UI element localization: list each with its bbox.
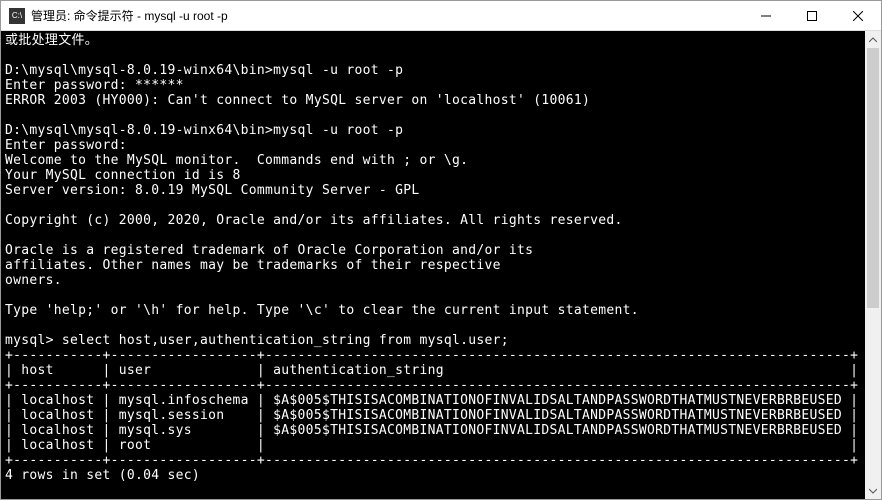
maximize-button[interactable] [789,1,835,31]
table-row: | localhost | root | | [5,438,858,453]
scroll-up-button[interactable] [865,31,881,48]
vertical-scrollbar[interactable] [865,31,881,499]
table-row: | localhost | mysql.sys | $A$005$THISISA… [5,423,858,438]
minimize-icon [761,11,771,21]
table-border: +-----------+------------------+--------… [5,348,858,363]
chevron-down-icon [869,488,877,494]
titlebar[interactable]: C:\ 管理员: 命令提示符 - mysql -u root -p [1,1,881,31]
maximize-icon [807,11,817,21]
shell-prompt: D:\mysql\mysql-8.0.19-winx64\bin>mysql -… [5,63,403,78]
shell-prompt: D:\mysql\mysql-8.0.19-winx64\bin>mysql -… [5,123,403,138]
table-row: | localhost | mysql.infoschema | $A$005$… [5,393,858,408]
output-line: Server version: 8.0.19 MySQL Community S… [5,183,419,198]
scroll-down-button[interactable] [865,482,881,499]
close-button[interactable] [835,1,881,31]
close-icon [853,11,863,21]
command-prompt-window: C:\ 管理员: 命令提示符 - mysql -u root -p 或批处理文件… [0,0,882,500]
output-line: Type 'help;' or '\h' for help. Type '\c'… [5,303,639,318]
scrollbar-track[interactable] [865,48,881,482]
scrollbar-thumb[interactable] [867,48,879,308]
output-line: Your MySQL connection id is 8 [5,168,241,183]
table-header: | host | user | authentication_string | [5,363,858,378]
output-line: Oracle is a registered trademark of Orac… [5,243,533,258]
output-line: Enter password: [5,138,127,153]
window-controls [743,1,881,31]
output-line: Copyright (c) 2000, 2020, Oracle and/or … [5,213,623,228]
mysql-query: mysql> select host,user,authentication_s… [5,333,509,348]
output-line: 或批处理文件。 [5,33,98,48]
cmd-icon: C:\ [9,8,25,24]
window-title: 管理员: 命令提示符 - mysql -u root -p [31,7,743,24]
terminal-output[interactable]: 或批处理文件。 D:\mysql\mysql-8.0.19-winx64\bin… [1,31,881,499]
mysql-prompt: mysql> [5,498,54,499]
error-line: ERROR 2003 (HY000): Can't connect to MyS… [5,93,590,108]
result-summary: 4 rows in set (0.04 sec) [5,468,200,483]
chevron-up-icon [869,37,877,43]
output-line: owners. [5,273,62,288]
output-line: Enter password: ****** [5,78,184,93]
output-line: affiliates. Other names may be trademark… [5,258,501,273]
table-border: +-----------+------------------+--------… [5,378,858,393]
table-row: | localhost | mysql.session | $A$005$THI… [5,408,858,423]
output-line: Welcome to the MySQL monitor. Commands e… [5,153,468,168]
table-border: +-----------+------------------+--------… [5,453,858,468]
minimize-button[interactable] [743,1,789,31]
